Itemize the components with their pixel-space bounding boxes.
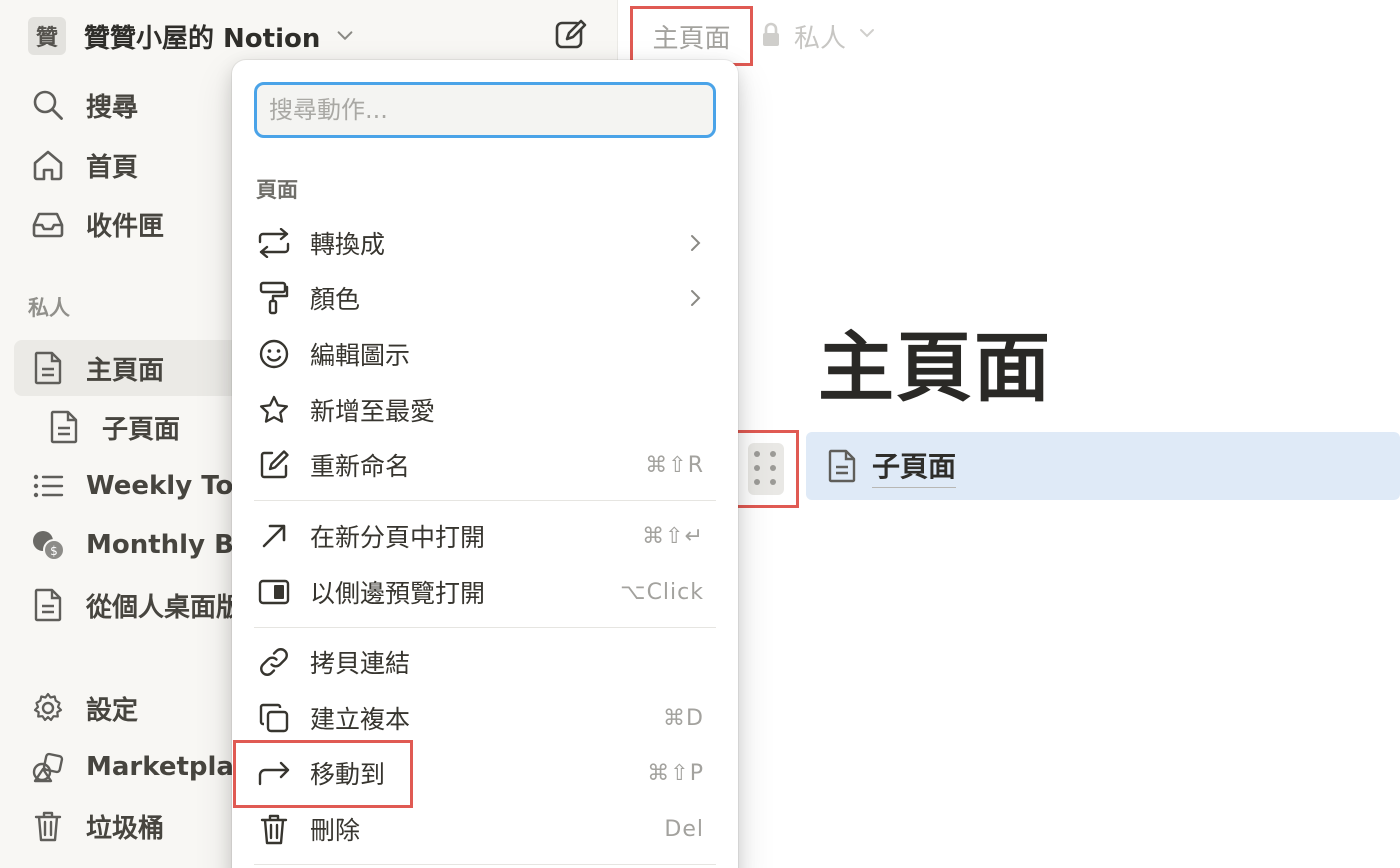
menu-item-label: 建立複本: [310, 705, 411, 734]
privacy-label[interactable]: 私人: [794, 18, 846, 55]
shortcut-hint: ⌘⇧R: [645, 452, 704, 478]
menu-item-color[interactable]: 顏色: [244, 271, 726, 325]
menu-item-label: 刪除: [310, 816, 361, 845]
menu-item-label: 以側邊預覽打開: [310, 579, 486, 608]
list-icon: [28, 466, 68, 506]
action-search-box: [254, 82, 716, 138]
duplicate-icon: [254, 698, 294, 738]
menu-item-open-side-peek[interactable]: 以側邊預覽打開 ⌥Click: [244, 565, 726, 619]
breadcrumb-highlight: 主頁面: [630, 6, 753, 66]
drag-handle-icon[interactable]: [748, 443, 784, 495]
menu-item-copy-link[interactable]: 拷貝連結: [244, 635, 726, 689]
rename-icon: [254, 445, 294, 485]
menu-item-turn-into[interactable]: 轉換成: [244, 216, 726, 270]
menu-divider: [254, 500, 716, 501]
trash-icon: [254, 809, 294, 849]
chevron-down-icon: [337, 31, 353, 40]
workspace-name: 贊贊小屋的 Notion: [84, 23, 321, 54]
menu-item-edit-icon[interactable]: 編輯圖示: [244, 327, 726, 381]
menu-item-open-new-tab[interactable]: 在新分頁中打開 ⌘⇧↵: [244, 509, 726, 563]
paint-roller-icon: [254, 278, 294, 318]
menu-item-label: 重新命名: [310, 452, 411, 481]
page-title[interactable]: 主頁面: [818, 306, 1052, 416]
home-icon: [28, 145, 68, 185]
chevron-down-icon: [860, 29, 874, 38]
menu-item-label: 拷貝連結: [310, 649, 411, 678]
menu-divider: [254, 627, 716, 628]
section-label-private: 私人: [28, 296, 70, 320]
sidebar-item-label: 設定: [86, 695, 139, 726]
child-page-link[interactable]: 子頁面: [872, 445, 957, 488]
sidebar-item-label: 子頁面: [102, 414, 181, 445]
trash-icon: [28, 806, 68, 846]
shortcut-hint: ⌥Click: [620, 579, 704, 605]
shortcut-hint: Del: [664, 816, 704, 842]
side-peek-icon: [254, 572, 294, 612]
menu-item-label: 顏色: [310, 285, 361, 314]
menu-divider: [254, 864, 716, 865]
search-icon: [28, 85, 68, 125]
sidebar-item-label: 從個人桌面版: [86, 592, 243, 623]
svg-text:$: $: [50, 544, 58, 558]
new-page-icon[interactable]: [552, 16, 590, 54]
workspace-switcher[interactable]: 贊 贊贊小屋的 Notion: [28, 14, 356, 58]
menu-item-label: 轉換成: [310, 230, 386, 259]
drag-handle-highlight: [733, 430, 799, 508]
menu-item-rename[interactable]: 重新命名 ⌘⇧R: [244, 438, 726, 492]
gear-icon: [28, 688, 68, 728]
breadcrumb[interactable]: 主頁面: [652, 18, 730, 55]
menu-item-label: 編輯圖示: [310, 341, 411, 370]
page-icon: [28, 585, 68, 625]
page-icon: [28, 348, 68, 388]
menu-item-label: 在新分頁中打開: [310, 523, 486, 552]
chevron-right-icon: [691, 290, 701, 306]
open-new-tab-icon: [254, 516, 294, 556]
sidebar-item-label: 主頁面: [86, 355, 165, 386]
emoji-icon: [254, 334, 294, 374]
sidebar-item-label: 首頁: [86, 152, 139, 183]
action-search-input[interactable]: [257, 85, 713, 135]
sidebar-item-label: 垃圾桶: [86, 813, 165, 844]
link-icon: [254, 642, 294, 682]
page-icon: [44, 407, 84, 447]
coins-icon: $: [28, 525, 68, 565]
sidebar-item-label: 搜尋: [86, 92, 139, 123]
star-icon: [254, 390, 294, 430]
lock-icon: [763, 22, 779, 46]
shortcut-hint: ⌘D: [663, 705, 704, 731]
sidebar-item-label: 收件匣: [86, 211, 165, 242]
menu-section-label: 頁面: [256, 178, 298, 202]
page-icon: [822, 446, 862, 486]
child-page-block[interactable]: 子頁面: [806, 432, 1400, 500]
turn-into-icon: [254, 223, 294, 263]
menu-item-duplicate[interactable]: 建立複本 ⌘D: [244, 691, 726, 745]
marketplace-icon: [28, 747, 68, 787]
shortcut-hint: ⌘⇧P: [647, 760, 704, 786]
chevron-right-icon: [691, 235, 701, 251]
menu-item-add-to-favorites[interactable]: 新增至最愛: [244, 383, 726, 437]
workspace-logo: 贊: [28, 17, 66, 55]
menu-item-label: 新增至最愛: [310, 397, 436, 426]
move-to-highlight: [233, 740, 413, 808]
menu-item-delete[interactable]: 刪除 Del: [244, 802, 726, 856]
inbox-icon: [28, 204, 68, 244]
shortcut-hint: ⌘⇧↵: [642, 523, 704, 549]
